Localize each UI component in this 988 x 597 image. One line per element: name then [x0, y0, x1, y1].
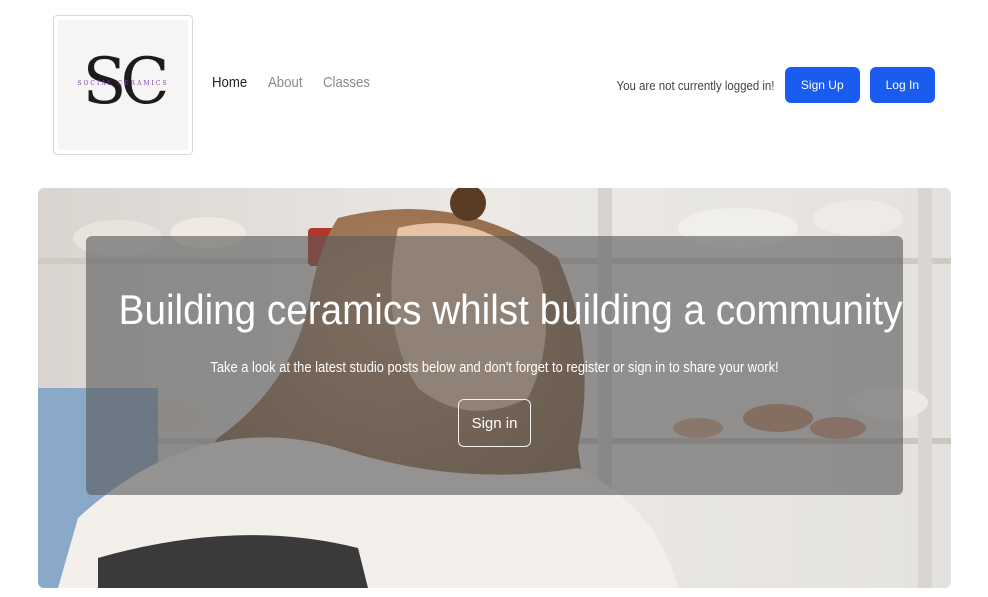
main-nav: Home About Classes: [212, 74, 377, 91]
nav-link-classes[interactable]: Classes: [323, 74, 370, 91]
auth-area: You are not currently logged in! Sign Up…: [595, 67, 935, 103]
hero-subtitle: Take a look at the latest studio posts b…: [210, 359, 779, 376]
logo-tagline: SOCIAL CERAMICS: [77, 80, 169, 87]
logo: SC SOCIAL CERAMICS: [58, 20, 188, 150]
logo-link[interactable]: SC SOCIAL CERAMICS: [53, 15, 193, 155]
hero-banner: Building ceramics whilst building a comm…: [38, 188, 951, 588]
hero-sign-in-button[interactable]: Sign in: [458, 399, 531, 447]
hero-title: Building ceramics whilst building a comm…: [118, 286, 903, 333]
hero-overlay: Building ceramics whilst building a comm…: [86, 236, 903, 495]
navbar: SC SOCIAL CERAMICS Home About Classes Yo…: [0, 0, 988, 170]
sign-up-button[interactable]: Sign Up: [784, 67, 860, 103]
login-status-text: You are not currently logged in!: [616, 77, 775, 93]
nav-link-about[interactable]: About: [268, 74, 302, 91]
log-in-button[interactable]: Log In: [869, 67, 935, 103]
nav-link-home[interactable]: Home: [212, 74, 247, 91]
